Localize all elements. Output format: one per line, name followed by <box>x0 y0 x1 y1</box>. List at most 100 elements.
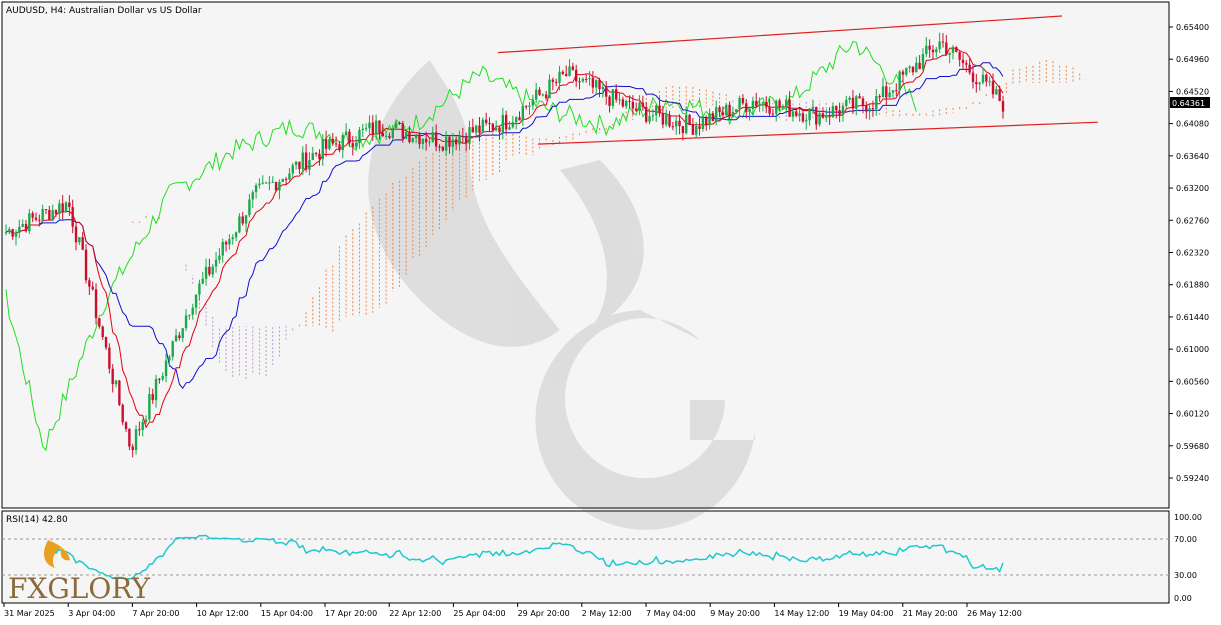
candle-body <box>778 100 781 108</box>
candle-body <box>418 134 421 145</box>
candle-body <box>618 99 621 101</box>
candle-body <box>401 123 404 139</box>
candle-body <box>998 89 1001 102</box>
candle-body <box>508 127 511 130</box>
candle-body <box>758 103 761 106</box>
candle-body <box>938 41 941 50</box>
candle-body <box>725 104 728 116</box>
price-chart[interactable]: 0.65400 0.64960 0.64520 0.64080 0.63640 0.632… <box>0 0 1221 625</box>
candle-body <box>708 113 711 126</box>
candle-body <box>985 74 988 82</box>
candle-body <box>628 100 631 102</box>
candle-body <box>458 135 461 145</box>
candle-body <box>701 117 705 129</box>
candle-body <box>228 239 231 245</box>
price-tick-label: 0.63640 <box>1176 152 1209 161</box>
candle-body <box>835 106 838 111</box>
candle-body <box>491 123 495 131</box>
candle-body <box>14 232 18 237</box>
candle-body <box>108 347 111 369</box>
candle-body <box>308 160 311 170</box>
candle-body <box>424 138 428 143</box>
candle-body <box>234 232 238 238</box>
candle-body <box>58 203 61 214</box>
candle-body <box>81 237 84 250</box>
candle-body <box>558 71 561 83</box>
price-tick-label: 0.61000 <box>1176 345 1209 354</box>
time-tick-label: 21 May 20:00 <box>903 609 958 618</box>
time-tick-label: 15 Apr 04:00 <box>261 609 313 618</box>
candle-body <box>564 73 568 76</box>
candle-body <box>875 96 878 109</box>
candle-body <box>391 128 394 138</box>
candle-body <box>641 102 645 108</box>
candle-body <box>868 108 871 112</box>
candle-body <box>671 126 675 128</box>
candle-body <box>334 143 338 145</box>
candle-body <box>971 72 975 82</box>
price-tick-label: 0.60120 <box>1176 410 1209 419</box>
candle-body <box>484 119 488 124</box>
candle-body <box>781 105 785 108</box>
candle-body <box>98 318 101 327</box>
chart-title: AUDUSD, H4: Australian Dollar vs US Doll… <box>6 6 202 16</box>
candle-body <box>394 122 398 129</box>
candle-body <box>908 66 911 69</box>
candle-body <box>74 226 78 243</box>
candle-body <box>935 49 938 53</box>
candle-body <box>214 259 218 267</box>
candle-body <box>761 102 765 104</box>
candle-body <box>561 71 565 74</box>
rsi-tick-0: 0.00 <box>1174 594 1192 603</box>
candle-body <box>498 127 501 133</box>
candle-body <box>785 99 788 106</box>
candle-body <box>384 135 388 137</box>
candle-body <box>755 100 758 106</box>
candle-body <box>131 446 134 451</box>
candle-body <box>975 81 978 85</box>
candle-body <box>808 108 811 121</box>
candle-body <box>578 81 581 83</box>
candle-body <box>178 335 181 338</box>
candle-body <box>4 232 8 234</box>
candle-body <box>775 100 778 114</box>
candle-body <box>921 54 925 69</box>
candle-body <box>631 101 635 109</box>
candle-body <box>84 249 88 281</box>
candle-body <box>711 113 715 122</box>
candle-body <box>264 182 268 184</box>
candle-body <box>888 92 891 98</box>
candle-body <box>328 138 331 149</box>
candle-body <box>494 127 498 131</box>
price-tick-label: 0.64080 <box>1176 120 1209 129</box>
candle-body <box>464 136 468 144</box>
candle-body <box>18 226 21 233</box>
candle-body <box>144 419 148 422</box>
candle-body <box>581 78 585 82</box>
candle-body <box>658 105 661 114</box>
candle-body <box>181 328 184 338</box>
candle-body <box>468 127 471 144</box>
candle-body <box>695 126 698 135</box>
candle-body <box>341 135 344 151</box>
candle-body <box>548 79 551 99</box>
candle-body <box>351 143 354 147</box>
candle-body <box>841 105 845 115</box>
candle-body <box>104 337 108 348</box>
candle-body <box>354 142 358 147</box>
candle-body <box>981 74 985 83</box>
candle-body <box>344 131 348 136</box>
candle-body <box>471 127 475 133</box>
candle-body <box>591 78 595 88</box>
candle-body <box>381 132 384 137</box>
candle-body <box>248 199 251 216</box>
time-tick-label: 22 Apr 12:00 <box>389 609 441 618</box>
candle-body <box>968 64 971 73</box>
candle-body <box>428 141 431 143</box>
candle-body <box>218 255 221 260</box>
candle-body <box>48 209 51 221</box>
candle-body <box>958 52 961 60</box>
candle-body <box>371 122 374 135</box>
candle-body <box>324 139 328 149</box>
candle-body <box>665 114 668 125</box>
